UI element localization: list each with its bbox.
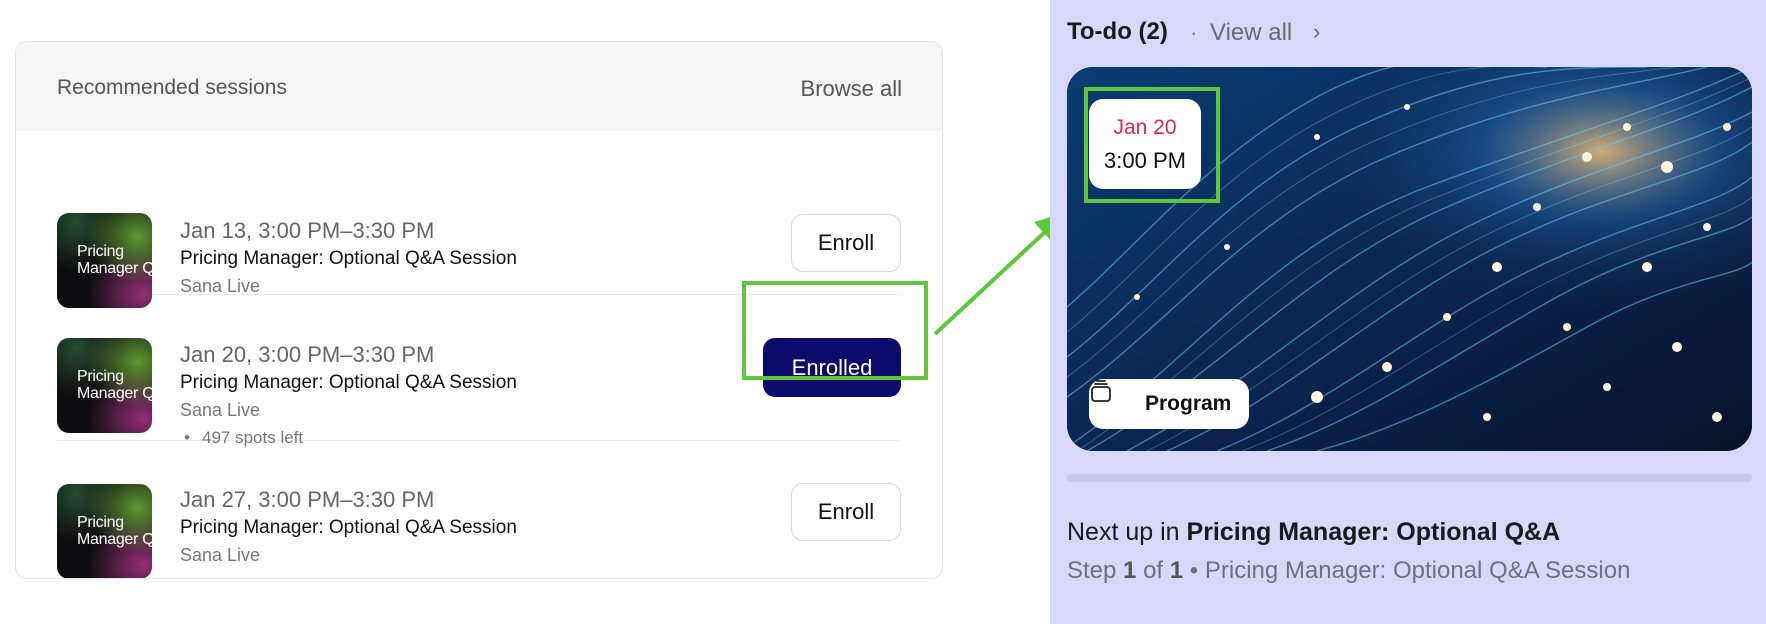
arrow-line (933, 230, 1047, 336)
session-datetime: Jan 20, 3:00 PM–3:30 PM (180, 342, 435, 367)
session-datetime: Jan 13, 3:00 PM–3:30 PM (180, 218, 435, 243)
step-bullet: • (1189, 557, 1199, 584)
session-provider: Sana Live (180, 545, 261, 565)
recommended-sessions-card: Recommended sessions Browse all Pricing … (15, 41, 943, 579)
next-up-text: Next up in Pricing Manager: Optional Q&A (1067, 518, 1560, 547)
chevron-right-icon: › (1313, 19, 1321, 44)
enrolled-button[interactable]: Enrolled (763, 338, 901, 397)
session-row: Pricing Manager Q Jan 20, 3:00 PM–3:30 P… (57, 295, 901, 447)
session-thumbnail: Pricing Manager Q (57, 484, 152, 578)
step-info: Step 1 of 1 • Pricing Manager: Optional … (1067, 557, 1630, 585)
session-row: Pricing Manager Q Jan 13, 3:00 PM–3:30 P… (57, 168, 901, 308)
progress-bar (1067, 474, 1752, 482)
thumb-text-line: Manager Q (77, 531, 152, 548)
enroll-button[interactable]: Enroll (791, 214, 901, 272)
todo-title: To-do (2) (1067, 18, 1168, 45)
arrow-connector (933, 212, 1068, 336)
todo-card-image[interactable]: Jan 20 3:00 PM Program (1067, 67, 1752, 451)
todo-panel: To-do (2) · View all › Jan 20 3:00 PM Pr… (1050, 0, 1766, 624)
session-datetime: Jan 27, 3:00 PM–3:30 PM (180, 487, 435, 512)
step-current: 1 (1123, 557, 1137, 584)
separator-dot: · (1190, 20, 1198, 45)
view-all-link[interactable]: View all (1210, 19, 1292, 47)
step-session-name: Pricing Manager: Optional Q&A Session (1204, 557, 1631, 584)
thumb-text-line: Pricing (77, 368, 124, 385)
thumb-text-line: Manager Q (77, 260, 152, 277)
program-badge: Program (1089, 379, 1249, 429)
thumb-text-line: Manager Q (77, 385, 152, 402)
session-provider: Sana Live (180, 276, 261, 296)
card-title: Recommended sessions (57, 76, 287, 99)
thumb-text-line: Pricing (77, 514, 124, 531)
session-name: Pricing Manager: Optional Q&A Session (180, 517, 517, 538)
session-name: Pricing Manager: Optional Q&A Session (180, 248, 517, 269)
card-header: Recommended sessions Browse all (16, 42, 942, 131)
card-time: 3:00 PM (1104, 148, 1186, 173)
step-label: Step (1067, 557, 1117, 584)
session-row: Pricing Manager Q Jan 27, 3:00 PM–3:30 P… (57, 441, 901, 578)
enroll-button[interactable]: Enroll (791, 483, 901, 541)
browse-all-link[interactable]: Browse all (801, 76, 902, 102)
step-total: 1 (1169, 557, 1184, 584)
session-provider: Sana Live (180, 400, 261, 420)
session-thumbnail: Pricing Manager Q (57, 213, 152, 308)
date-chip: Jan 20 3:00 PM (1089, 99, 1201, 189)
next-up-prefix: Next up in (1067, 518, 1180, 546)
step-of: of (1143, 557, 1164, 584)
program-label: Program (1145, 392, 1232, 415)
session-thumbnail: Pricing Manager Q (57, 338, 152, 433)
next-up-title[interactable]: Pricing Manager: Optional Q&A (1187, 518, 1561, 546)
session-name: Pricing Manager: Optional Q&A Session (180, 372, 517, 393)
card-date: Jan 20 (1113, 116, 1177, 139)
thumb-text-line: Pricing (77, 243, 124, 260)
stack-icon (1091, 380, 1111, 402)
